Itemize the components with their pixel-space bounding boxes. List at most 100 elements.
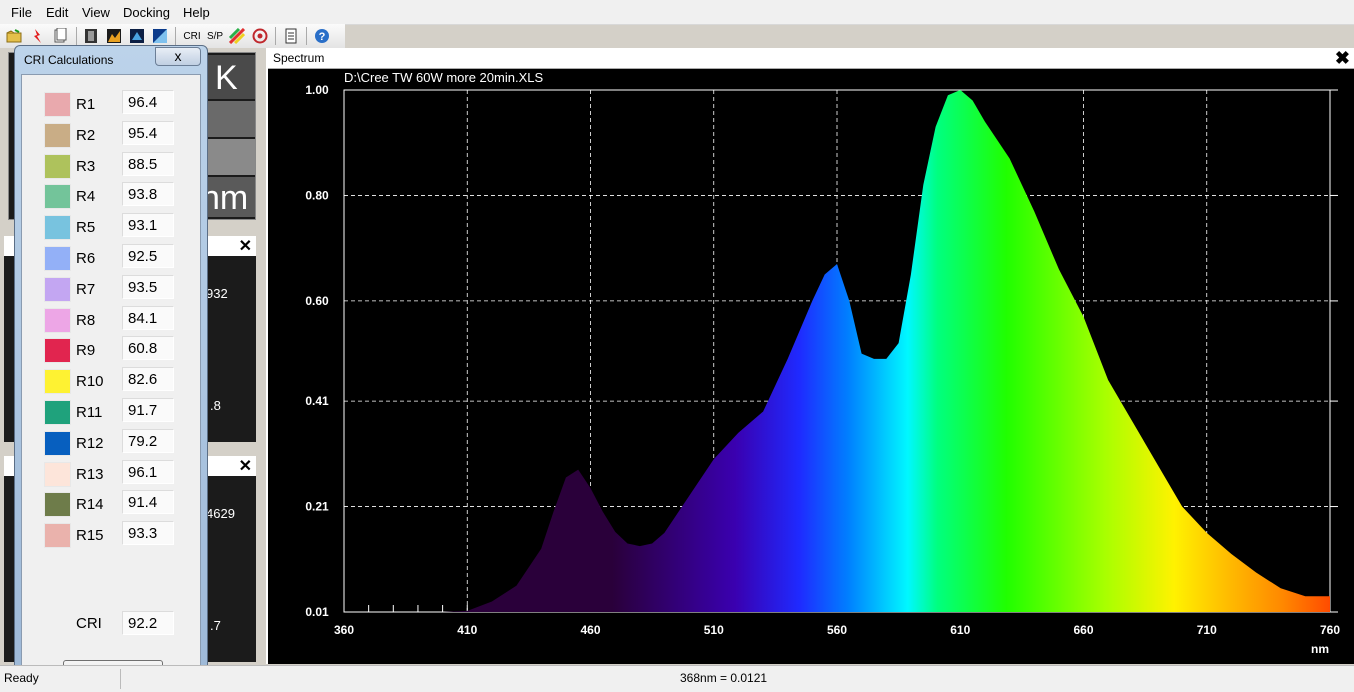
r-value-field: 82.6 — [122, 367, 174, 392]
dialog-body: R1 96.4 R2 95.4 R3 88.5 R4 93.8 R5 93.1 R6 92.5 R7 93… — [21, 74, 201, 688]
report-icon[interactable] — [282, 27, 300, 45]
r-label: R1 — [76, 96, 96, 113]
y-tick-label: 0.21 — [305, 500, 329, 514]
cri-row: R5 93.1 — [22, 212, 200, 241]
r-value-field: 91.7 — [122, 398, 174, 422]
color-swatch — [44, 523, 71, 549]
svg-text:?: ? — [319, 31, 326, 43]
menu-bar: File Edit View Docking Help — [0, 0, 1354, 25]
y-tick-label: 0.60 — [305, 294, 329, 308]
toolbar-separator — [175, 27, 176, 45]
r-label: R13 — [76, 465, 104, 483]
image-icon[interactable] — [128, 27, 146, 45]
menu-view[interactable]: View — [82, 5, 110, 20]
r-value-field: 93.3 — [122, 521, 174, 546]
color-chart-icon[interactable] — [228, 27, 246, 45]
cri-row: R15 93.3 — [22, 520, 200, 549]
r-label: R9 — [76, 342, 96, 360]
film-icon[interactable] — [82, 27, 100, 45]
cri-row: R13 96.1 — [22, 459, 200, 487]
cri-row: R7 93.5 — [22, 274, 200, 302]
new-document-icon[interactable] — [51, 27, 69, 45]
cri-row: R2 95.4 — [22, 120, 200, 148]
cri-button[interactable]: CRI — [181, 27, 203, 45]
close-icon[interactable]: ✕ — [239, 236, 252, 256]
color-swatch — [44, 276, 71, 302]
close-icon[interactable]: x — [155, 47, 201, 66]
color-swatch — [44, 215, 71, 241]
r-value-field: 60.8 — [122, 336, 174, 361]
color-swatch — [44, 246, 71, 271]
x-tick-label: 410 — [457, 623, 477, 637]
r-label: R7 — [76, 280, 96, 298]
status-divider — [120, 669, 121, 689]
r-value-field: 93.8 — [122, 182, 174, 207]
y-tick-label: 0.80 — [305, 188, 329, 202]
toolbar-separator — [76, 27, 77, 45]
cri-label: CRI — [76, 615, 102, 632]
cri-row: R6 92.5 — [22, 243, 200, 271]
r-label: R3 — [76, 157, 96, 175]
open-folder-icon[interactable] — [5, 27, 23, 45]
color-swatch — [44, 430, 71, 456]
menu-help[interactable]: Help — [183, 5, 210, 20]
color-swatch — [44, 184, 71, 210]
x-tick-label: 710 — [1197, 623, 1217, 637]
x-tick-label: 510 — [704, 623, 724, 637]
r-label: R12 — [76, 434, 104, 452]
measure-icon[interactable] — [28, 27, 46, 45]
cri-row: R8 84.1 — [22, 305, 200, 333]
color-swatch — [44, 307, 71, 333]
panel-2-value-1: 932 — [206, 286, 228, 301]
r-label: R2 — [76, 126, 96, 144]
chart-icon[interactable] — [105, 27, 123, 45]
spectrum-chart[interactable]: 360 410 460 510 560 610 660 710 760 1.00 0.80 0.60 0… — [268, 68, 1354, 664]
r-label: R14 — [76, 496, 104, 514]
color-swatch — [44, 153, 71, 179]
cri-row: R14 91.4 — [22, 489, 200, 518]
menu-docking[interactable]: Docking — [123, 5, 170, 20]
r-label: R15 — [76, 527, 104, 545]
spectrum-title: Spectrum — [273, 51, 325, 65]
toolbar-separator — [275, 27, 276, 45]
r-label: R4 — [76, 188, 96, 206]
r-value-field: 96.1 — [122, 459, 174, 484]
x-tick-label: 760 — [1320, 623, 1340, 637]
r-label: R6 — [76, 250, 96, 267]
r-value-field: 79.2 — [122, 428, 174, 453]
panel-3-value-1: 4629 — [206, 506, 235, 521]
cri-row: R10 82.6 — [22, 366, 200, 395]
r-value-field: 88.5 — [122, 151, 174, 176]
menu-file[interactable]: File — [11, 5, 32, 20]
toolbar-separator — [306, 27, 307, 45]
color-swatch — [44, 492, 71, 518]
status-text: Ready — [4, 671, 39, 685]
chart-title: D:\Cree TW 60W more 20min.XLS — [344, 70, 543, 85]
r-value-field: 84.1 — [122, 305, 174, 330]
cri-row: R11 91.7 — [22, 397, 200, 425]
close-icon[interactable]: ✖ — [1335, 48, 1350, 69]
r-value-field: 93.5 — [122, 274, 174, 299]
cri-row: R3 88.5 — [22, 151, 200, 179]
color-swatch — [44, 461, 71, 487]
color-swatch — [44, 92, 71, 117]
spectrum-window: Spectrum ✖ 360 410 460 510 560 610 660 7… — [266, 48, 1354, 664]
r-value-field: 96.4 — [122, 90, 174, 114]
close-icon[interactable]: ✕ — [239, 456, 252, 476]
r-label: R8 — [76, 311, 96, 329]
y-tick-label: 0.01 — [305, 605, 329, 619]
status-bar: Ready 368nm = 0.0121 — [0, 665, 1354, 692]
cri-row: R12 79.2 — [22, 428, 200, 456]
panel-3-value-2: .7 — [210, 618, 221, 633]
r-value-field: 95.4 — [122, 120, 174, 145]
x-axis-label: nm — [1311, 642, 1329, 656]
color-swatch — [44, 122, 71, 148]
nm-unit: nm — [201, 179, 249, 217]
menu-edit[interactable]: Edit — [46, 5, 68, 20]
x-tick-label: 660 — [1073, 623, 1093, 637]
target-icon[interactable] — [251, 27, 269, 45]
help-icon[interactable]: ? — [313, 27, 331, 45]
spectrum-titlebar: Spectrum ✖ — [268, 48, 1354, 69]
sp-button[interactable]: S/P — [204, 27, 226, 45]
gradient-icon[interactable] — [151, 27, 169, 45]
